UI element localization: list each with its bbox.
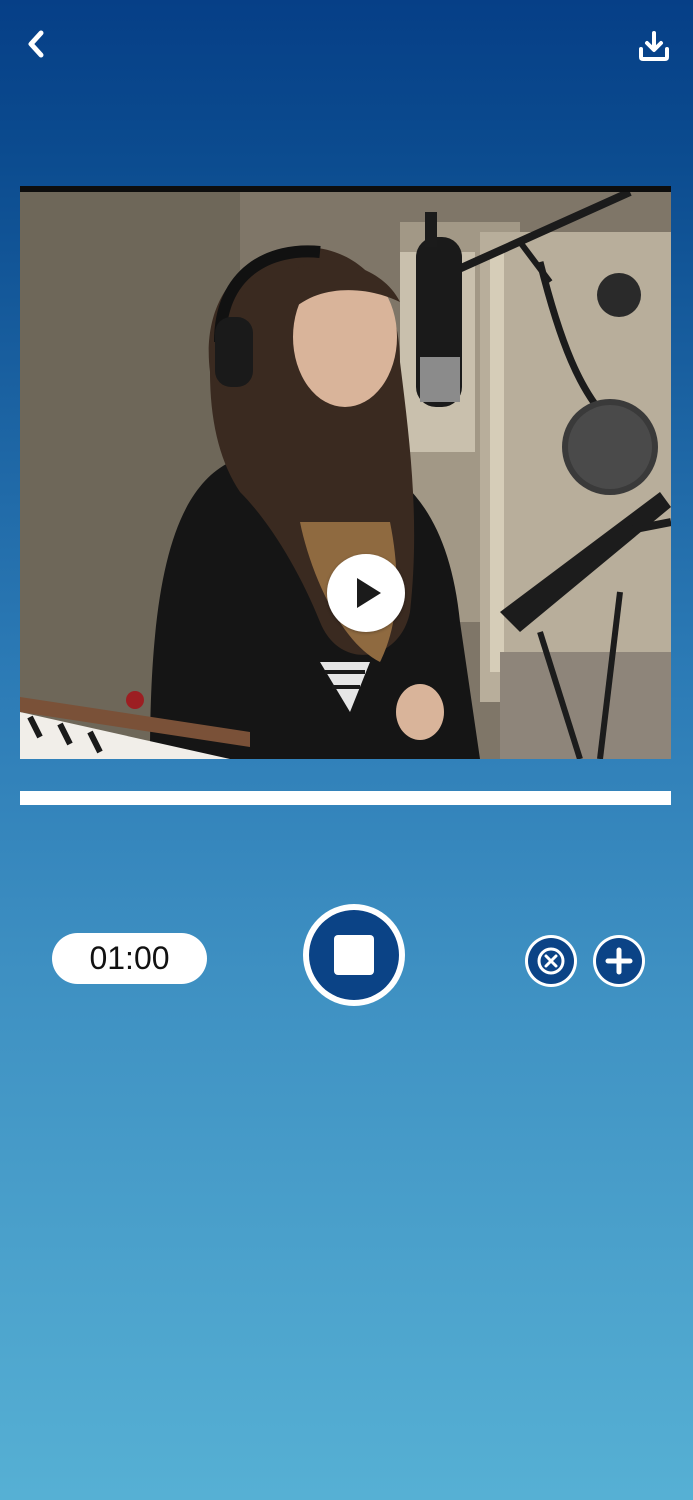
video-player[interactable] [20, 186, 671, 759]
video-thumbnail [20, 192, 671, 759]
play-button[interactable] [327, 554, 405, 632]
cancel-button[interactable] [525, 935, 577, 987]
timer-text: 01:00 [89, 940, 170, 976]
download-icon [639, 31, 669, 61]
stop-record-ring [309, 910, 399, 1000]
play-icon [357, 578, 381, 608]
stop-icon [334, 935, 374, 975]
top-bar [0, 0, 693, 90]
timer-display: 01:00 [52, 933, 207, 984]
add-button[interactable] [593, 935, 645, 987]
video-progress-bar[interactable] [20, 791, 671, 805]
add-button-ring [596, 938, 642, 984]
back-button[interactable] [18, 26, 54, 62]
plus-icon [605, 947, 633, 975]
close-circle-icon [537, 947, 565, 975]
video-progress-fill [20, 791, 671, 805]
cancel-button-ring [528, 938, 574, 984]
download-button[interactable] [634, 26, 674, 66]
stop-record-button[interactable] [303, 904, 405, 1006]
chevron-left-icon [28, 30, 44, 58]
